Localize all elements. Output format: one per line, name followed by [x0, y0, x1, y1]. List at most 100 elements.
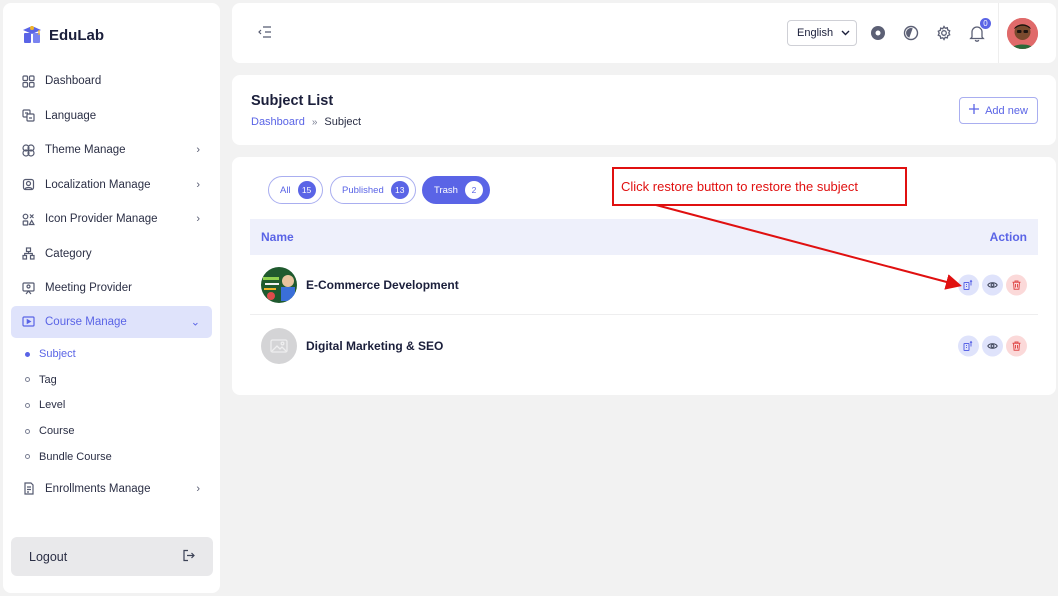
subject-name[interactable]: E-Commerce Development	[306, 278, 459, 292]
plus-icon	[969, 104, 980, 117]
delete-button[interactable]	[1006, 335, 1027, 357]
page-title: Subject List	[251, 93, 334, 109]
language-select-value: English	[797, 27, 834, 39]
sidebar-collapse-icon[interactable]	[258, 25, 272, 41]
sidebar-item-label: Language	[45, 109, 97, 122]
row-actions	[958, 274, 1027, 295]
breadcrumb: Dashboard » Subject	[251, 116, 361, 128]
sidebar-item-localization-manage[interactable]: Localization Manage ›	[3, 168, 220, 203]
theme-icon	[21, 143, 35, 157]
sidebar-item-label: Category	[45, 247, 92, 260]
view-button[interactable]	[982, 274, 1003, 295]
logout-icon	[182, 549, 195, 565]
table-header: Name Action	[250, 219, 1038, 255]
subject-name[interactable]: Digital Marketing & SEO	[306, 339, 443, 353]
dashboard-icon	[21, 74, 35, 88]
breadcrumb-dashboard-link[interactable]: Dashboard	[251, 116, 305, 128]
sidebar-item-label: Dashboard	[45, 75, 102, 88]
tab-count-badge: 15	[297, 181, 316, 199]
view-button[interactable]	[982, 335, 1003, 357]
page-header: Subject List Dashboard » Subject Add new	[232, 75, 1056, 145]
notification-badge: 0	[979, 17, 992, 30]
restore-icon	[963, 279, 973, 290]
enrollments-icon	[21, 482, 35, 496]
submenu-item-tag[interactable]: Tag	[25, 367, 220, 393]
logout-label: Logout	[29, 549, 68, 564]
chevron-right-icon: ›	[196, 144, 200, 157]
gear-icon[interactable]	[936, 25, 952, 41]
submenu-item-course[interactable]: Course	[25, 418, 220, 444]
sidebar-item-course-manage[interactable]: Course Manage ⌄	[11, 305, 212, 338]
submenu-item-label: Bundle Course	[39, 450, 112, 463]
sidebar-item-dashboard[interactable]: Dashboard	[3, 64, 220, 99]
table-row: E-Commerce Development	[250, 255, 1038, 315]
submenu-item-level[interactable]: Level	[25, 393, 220, 419]
trash-icon	[1012, 280, 1021, 290]
trash-icon	[1012, 341, 1021, 351]
sidebar-item-enrollments-manage[interactable]: Enrollments Manage ›	[3, 471, 220, 506]
submenu-item-label: Subject	[39, 348, 76, 361]
sidebar-item-meeting-provider[interactable]: Meeting Provider	[3, 271, 220, 306]
delete-button[interactable]	[1006, 274, 1027, 295]
annotation-callout: Click restore button to restore the subj…	[612, 167, 907, 206]
submenu-item-bundle-course[interactable]: Bundle Course	[25, 444, 220, 470]
tab-trash[interactable]: Trash 2	[422, 176, 490, 204]
submenu-item-label: Course	[39, 425, 75, 438]
sidebar-menu: Dashboard Language Theme Manage › Locali…	[3, 64, 220, 506]
sidebar-item-label: Theme Manage	[45, 144, 126, 157]
eye-icon[interactable]	[870, 25, 886, 41]
theme-toggle-icon[interactable]	[903, 25, 919, 41]
tab-label: All	[280, 184, 291, 196]
bullet-icon	[25, 428, 30, 434]
course-manage-submenu: Subject Tag Level Course Bundle Course	[3, 342, 220, 470]
tab-published[interactable]: Published 13	[330, 176, 416, 204]
bullet-icon	[25, 377, 30, 383]
tab-label: Published	[342, 184, 384, 196]
eye-icon	[987, 343, 998, 349]
restore-button[interactable]	[958, 274, 979, 295]
top-bar: English 0	[232, 3, 1056, 63]
language-icon	[21, 109, 35, 123]
meeting-icon	[21, 281, 35, 295]
submenu-item-subject[interactable]: Subject	[25, 342, 220, 368]
table-row: Digital Marketing & SEO	[250, 316, 1038, 376]
localization-icon	[21, 178, 35, 192]
submenu-item-label: Tag	[39, 373, 57, 386]
sidebar-item-language[interactable]: Language	[3, 99, 220, 134]
sidebar-item-label: Course Manage	[45, 315, 127, 328]
bullet-icon	[25, 351, 30, 357]
tab-all[interactable]: All 15	[268, 176, 323, 204]
divider	[998, 3, 999, 63]
sidebar-item-label: Meeting Provider	[45, 282, 132, 295]
user-avatar[interactable]	[1007, 18, 1038, 49]
add-new-button[interactable]: Add new	[959, 97, 1038, 124]
subject-thumbnail	[261, 266, 297, 303]
sidebar-item-theme-manage[interactable]: Theme Manage ›	[3, 133, 220, 168]
sidebar-item-label: Localization Manage	[45, 178, 151, 191]
bullet-icon	[25, 454, 30, 460]
tab-count-badge: 13	[390, 181, 409, 199]
sidebar-item-label: Enrollments Manage	[45, 482, 151, 495]
chevron-right-icon: ›	[196, 178, 200, 191]
icon-provider-icon	[21, 212, 35, 226]
restore-icon	[963, 340, 973, 351]
tab-count-badge: 2	[464, 181, 483, 199]
restore-button[interactable]	[958, 335, 979, 357]
logout-button[interactable]: Logout	[11, 537, 213, 576]
bullet-icon	[25, 402, 30, 408]
tab-label: Trash	[434, 184, 458, 196]
edulab-logo-icon	[23, 26, 41, 43]
course-icon	[21, 315, 35, 329]
chevron-right-icon: ›	[196, 482, 200, 495]
sidebar-item-category[interactable]: Category	[3, 237, 220, 272]
breadcrumb-current: Subject	[324, 116, 362, 128]
sidebar-item-label: Icon Provider Manage	[45, 213, 158, 226]
column-header-action: Action	[989, 230, 1027, 244]
sidebar: EduLab Dashboard Language Theme Manage ›	[3, 3, 220, 593]
language-select[interactable]: English	[787, 20, 857, 46]
image-placeholder-icon	[270, 339, 288, 353]
chevron-right-icon: ›	[196, 213, 200, 226]
submenu-item-label: Level	[39, 399, 66, 412]
sidebar-item-icon-provider-manage[interactable]: Icon Provider Manage ›	[3, 202, 220, 237]
app-logo[interactable]: EduLab	[21, 25, 104, 45]
